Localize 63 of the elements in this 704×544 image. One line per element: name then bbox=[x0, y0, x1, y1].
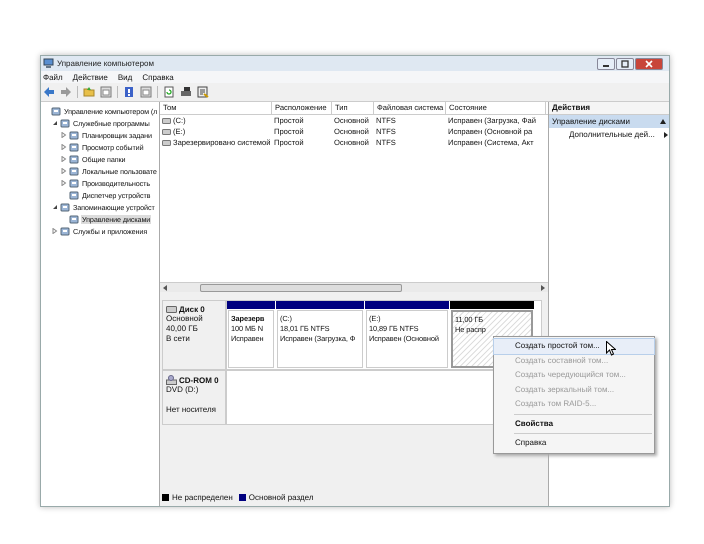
disk-detail: Основной bbox=[166, 314, 204, 324]
submenu-arrow-icon bbox=[664, 132, 668, 138]
horizontal-scrollbar[interactable] bbox=[160, 282, 548, 292]
mouse-pointer-icon bbox=[606, 341, 616, 356]
forward-arrow-icon[interactable] bbox=[60, 86, 72, 98]
back-arrow-icon[interactable] bbox=[43, 86, 55, 98]
menu-item[interactable]: Вид bbox=[118, 72, 132, 82]
node-icon bbox=[60, 226, 70, 236]
node-icon bbox=[60, 202, 70, 212]
scroll-thumb[interactable] bbox=[200, 284, 402, 292]
disk-detail: В сети bbox=[166, 334, 191, 344]
scroll-left-icon[interactable] bbox=[163, 284, 168, 290]
actions-header: Действия bbox=[549, 102, 669, 115]
window-title: Управление компьютером bbox=[57, 59, 154, 68]
disk-info-panel[interactable]: Диск 0 Основной 40,00 ГБ В сети bbox=[162, 300, 226, 370]
refresh-icon[interactable] bbox=[163, 86, 175, 98]
disk-detail: Нет носителя bbox=[166, 405, 217, 415]
computer-icon bbox=[43, 58, 54, 69]
close-icon bbox=[645, 60, 653, 68]
node-icon bbox=[69, 130, 79, 140]
optical-drive-icon bbox=[166, 375, 177, 385]
context-menu-item[interactable]: Справка bbox=[494, 436, 654, 450]
actions-section[interactable]: Управление дисками bbox=[549, 115, 669, 128]
disk-detail: DVD (D:) bbox=[166, 385, 200, 395]
disk-detail: 40,00 ГБ bbox=[166, 324, 199, 334]
node-icon bbox=[69, 214, 79, 224]
close-button[interactable] bbox=[635, 58, 663, 70]
action-item[interactable]: Дополнительные дей... bbox=[549, 128, 669, 141]
disk-info-panel[interactable]: CD-ROM 0 DVD (D:) Нет носителя bbox=[162, 370, 226, 425]
node-icon bbox=[60, 118, 70, 128]
folder-icon[interactable] bbox=[83, 86, 95, 98]
collapsed-arrow-icon[interactable] bbox=[61, 144, 67, 150]
legend-label: Не распределен bbox=[172, 493, 233, 502]
collapsed-arrow-icon[interactable] bbox=[61, 180, 67, 186]
menu-item[interactable]: Файл bbox=[43, 72, 63, 82]
panel-icon[interactable] bbox=[140, 86, 152, 98]
menu-item[interactable]: Действие bbox=[72, 72, 108, 82]
expanded-arrow-icon[interactable] bbox=[52, 120, 58, 126]
disk-name: CD-ROM 0 bbox=[179, 376, 219, 384]
maximize-button[interactable] bbox=[616, 58, 634, 70]
collapse-arrow-icon[interactable] bbox=[660, 119, 666, 124]
collapsed-arrow-icon[interactable] bbox=[61, 132, 67, 138]
menu-item[interactable]: Справка bbox=[142, 72, 174, 82]
panel-icon[interactable] bbox=[100, 86, 112, 98]
context-menu-item[interactable]: Создать простой том... bbox=[494, 339, 654, 354]
context-menu-item[interactable]: Свойства bbox=[494, 416, 654, 431]
minimize-button[interactable] bbox=[597, 58, 615, 70]
node-icon bbox=[69, 142, 79, 152]
node-icon bbox=[69, 190, 79, 200]
scroll-right-icon[interactable] bbox=[540, 284, 545, 290]
legend-label: Основной раздел bbox=[248, 493, 314, 502]
node-icon bbox=[51, 106, 61, 116]
node-icon bbox=[69, 166, 79, 176]
node-icon bbox=[69, 154, 79, 164]
collapsed-arrow-icon[interactable] bbox=[61, 156, 67, 162]
collapsed-arrow-icon[interactable] bbox=[61, 168, 67, 174]
properties-icon[interactable] bbox=[197, 86, 209, 98]
node-icon bbox=[69, 178, 79, 188]
disk-name: Диск 0 bbox=[179, 305, 205, 314]
maximize-icon bbox=[621, 60, 629, 68]
expanded-arrow-icon[interactable] bbox=[52, 204, 58, 210]
collapsed-arrow-icon[interactable] bbox=[52, 228, 58, 234]
disk-drive-icon bbox=[166, 306, 177, 313]
